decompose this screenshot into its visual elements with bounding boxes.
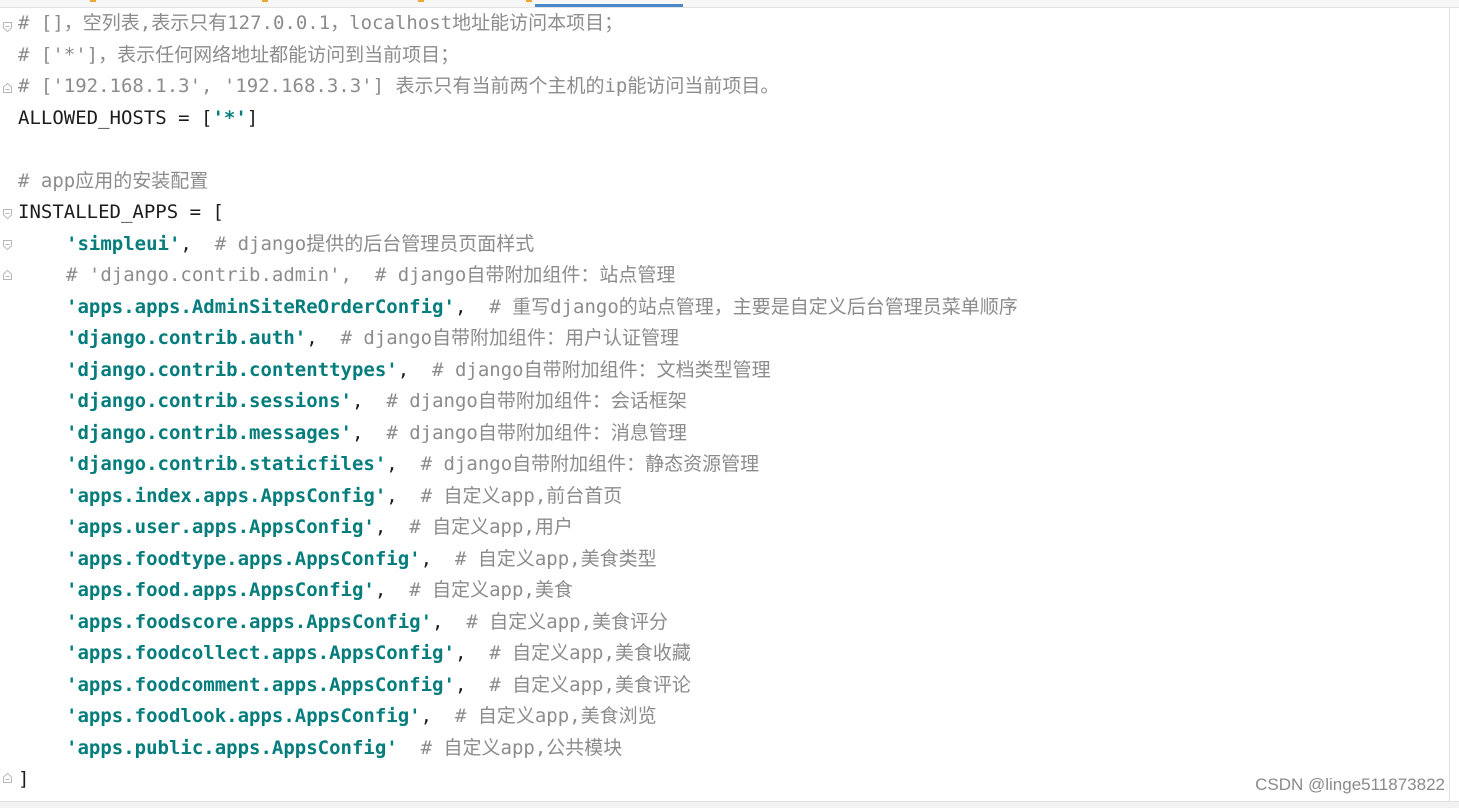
code-text: , [420,705,455,727]
code-comment: # 自定义app,用户 [409,516,573,538]
code-comment: # app应用的安装配置 [18,170,209,192]
tab-indicator [90,0,96,2]
code-comment: # 自定义app,美食评论 [489,674,691,696]
code-line[interactable]: 'simpleui', # django提供的后台管理员页面样式 [18,229,534,259]
code-text: , [351,422,387,444]
code-comment: # django提供的后台管理员页面样式 [214,233,535,255]
code-line[interactable]: 'apps.user.apps.AppsConfig', # 自定义app,用户 [18,512,573,542]
tab-indicator [418,0,424,2]
code-comment: # ['*']，表示任何网络地址都能访问到当前项目； [18,44,460,66]
code-line[interactable]: 'django.contrib.contenttypes', # django自… [18,355,771,385]
code-line[interactable]: ALLOWED_HOSTS = ['*'] [18,103,258,133]
tab-indicator [526,0,532,2]
code-line[interactable]: # app应用的安装配置 [18,166,208,196]
code-line[interactable]: 'django.contrib.auth', # django自带附加组件：用户… [18,323,679,353]
string-literal: '*' [212,107,247,129]
code-text: , [454,642,490,664]
code-comment: # 自定义app,美食评分 [466,611,669,633]
code-line[interactable]: 'apps.foodcollect.apps.AppsConfig', # 自定… [18,638,691,668]
code-line[interactable]: 'django.contrib.messages', # django自带附加组… [18,418,687,448]
code-text: , [397,359,433,381]
string-literal: 'apps.food.apps.AppsConfig' [66,579,375,601]
code-line[interactable]: 'apps.public.apps.AppsConfig' # 自定义app,公… [18,733,622,763]
string-literal: 'apps.foodlook.apps.AppsConfig' [66,705,421,727]
code-text: INSTALLED_APPS = [ [18,201,224,223]
code-text: , [351,390,387,412]
code-line[interactable]: # ['*']，表示任何网络地址都能访问到当前项目； [18,40,459,70]
code-line[interactable]: 'apps.foodscore.apps.AppsConfig', # 自定义a… [18,607,668,637]
code-line[interactable]: 'apps.foodtype.apps.AppsConfig', # 自定义ap… [18,544,657,574]
code-text: , [386,453,421,475]
code-comment: # django自带附加组件：用户认证管理 [340,327,680,349]
code-comment: # 重写django的站点管理，主要是自定义后台管理员菜单顺序 [489,296,1018,318]
code-comment: # 自定义app,美食浏览 [454,705,657,727]
string-literal: 'django.contrib.sessions' [66,390,352,412]
code-text: , [420,548,455,570]
fold-open-icon[interactable] [3,240,12,250]
string-literal: 'django.contrib.auth' [66,327,307,349]
fold-close-icon[interactable] [3,83,12,93]
string-literal: 'apps.foodcomment.apps.AppsConfig' [66,674,455,696]
active-tab-underline[interactable] [535,4,683,7]
code-line[interactable]: 'apps.foodlook.apps.AppsConfig', # 自定义ap… [18,701,657,731]
code-line[interactable]: 'django.contrib.sessions', # django自带附加组… [18,386,687,416]
code-line[interactable]: 'apps.index.apps.AppsConfig', # 自定义app,前… [18,481,622,511]
code-comment: # django自带附加组件：静态资源管理 [420,453,760,475]
string-literal: 'simpleui' [66,233,181,255]
string-literal: 'apps.apps.AdminSiteReOrderConfig' [66,296,455,318]
string-literal: 'django.contrib.staticfiles' [66,453,387,475]
string-literal: 'django.contrib.messages' [66,422,352,444]
code-comment: # django自带附加组件：会话框架 [386,390,687,412]
code-text: , [374,516,410,538]
code-line[interactable]: 'apps.foodcomment.apps.AppsConfig', # 自定… [18,670,691,700]
code-line[interactable]: # 'django.contrib.admin', # django自带附加组件… [18,260,675,290]
code-text: , [374,579,410,601]
code-comment: # 'django.contrib.admin', # django自带附加组件… [66,264,676,286]
code-text: ] [246,107,259,129]
string-literal: 'apps.index.apps.AppsConfig' [66,485,387,507]
fold-open-icon[interactable] [3,209,12,219]
tab-indicator [262,0,268,2]
code-text: ] [18,768,30,790]
string-literal: 'apps.public.apps.AppsConfig' [66,737,398,759]
code-comment: # django自带附加组件：文档类型管理 [432,359,771,381]
code-text: , [454,674,490,696]
fold-close-icon[interactable] [3,773,12,783]
code-text: , [306,327,341,349]
string-literal: 'apps.user.apps.AppsConfig' [66,516,375,538]
code-comment: # django自带附加组件：消息管理 [386,422,687,444]
string-literal: 'apps.foodtype.apps.AppsConfig' [66,548,421,570]
code-comment: # 自定义app,美食 [409,579,573,601]
code-line[interactable]: # ['192.168.1.3', '192.168.3.3'] 表示只有当前两… [18,71,779,101]
string-literal: 'apps.foodcollect.apps.AppsConfig' [66,642,455,664]
code-line[interactable]: # []，空列表,表示只有127.0.0.1，localhost地址能访问本项目… [18,8,623,38]
code-text: , [386,485,421,507]
watermark: CSDN @linge511873822 [1255,775,1445,794]
code-line[interactable]: 'django.contrib.staticfiles', # django自带… [18,449,759,479]
code-text: , [432,611,467,633]
fold-close-icon[interactable] [3,270,12,280]
string-literal: 'apps.foodscore.apps.AppsConfig' [66,611,433,633]
code-comment: # 自定义app,美食收藏 [489,642,691,664]
code-line[interactable]: INSTALLED_APPS = [ [18,197,224,227]
code-line[interactable]: 'apps.food.apps.AppsConfig', # 自定义app,美食 [18,575,573,605]
editor-tab-bar [0,0,1459,8]
code-text: ALLOWED_HOSTS = [ [18,107,213,129]
code-text: , [454,296,490,318]
code-comment: # 自定义app,前台首页 [420,485,623,507]
code-comment: # ['192.168.1.3', '192.168.3.3'] 表示只有当前两… [18,75,780,97]
code-text: , [180,233,215,255]
code-line[interactable]: ] [18,764,29,794]
code-comment: # 自定义app,美食类型 [454,548,657,570]
code-comment: # []，空列表,表示只有127.0.0.1，localhost地址能访问本项目… [18,12,624,34]
fold-open-icon[interactable] [3,22,12,32]
string-literal: 'django.contrib.contenttypes' [66,359,398,381]
code-line[interactable]: 'apps.apps.AdminSiteReOrderConfig', # 重写… [18,292,1018,322]
code-comment: # 自定义app,公共模块 [420,737,623,759]
